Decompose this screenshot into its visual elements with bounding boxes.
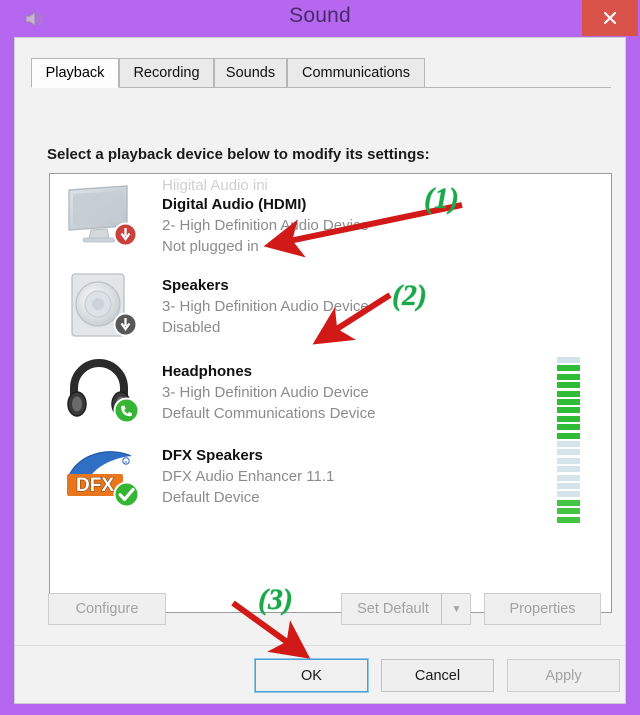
ok-button[interactable]: OK [254, 658, 369, 693]
tab-communications[interactable]: Communications [287, 58, 425, 88]
tab-recording[interactable]: Recording [119, 58, 214, 88]
device-driver: 2- High Definition Audio Device [162, 217, 369, 234]
device-row-digital-audio-hdmi[interactable]: Hiigital Audio ini Digital Audio (HDMI) … [50, 174, 611, 257]
title-bar: Sound [0, 0, 640, 36]
svg-text:R: R [124, 460, 127, 465]
device-row-headphones[interactable]: Headphones 3- High Definition Audio Devi… [50, 350, 611, 439]
tab-strip: Playback Recording Sounds Communications [31, 58, 611, 88]
configure-button[interactable]: Configure [48, 593, 166, 625]
annotation-label-3: (3) [258, 583, 293, 616]
device-ghost-text: Hiigital Audio ini [162, 177, 268, 194]
device-status: Default Communications Device [162, 405, 376, 422]
device-driver: 3- High Definition Audio Device [162, 298, 369, 315]
green-phone-badge [113, 397, 140, 424]
device-name: DFX Speakers [162, 447, 263, 464]
close-icon[interactable] [582, 0, 638, 36]
annotation-label-1: (1) [424, 182, 459, 215]
volume-meter-dfx-speakers [557, 441, 580, 525]
device-name: Headphones [162, 363, 253, 380]
device-info-dfx-speakers: DFX Speakers DFX Audio Enhancer 11.1 Def… [162, 445, 502, 508]
volume-meter-headphones [557, 357, 580, 441]
tab-sounds[interactable]: Sounds [214, 58, 287, 88]
gray-down-arrow-badge [113, 312, 138, 337]
device-info-speakers: Speakers 3- High Definition Audio Device… [162, 275, 502, 338]
bottom-divider [15, 645, 625, 646]
device-name: Speakers [162, 277, 229, 294]
device-row-dfx-speakers[interactable]: DFX R DFX Speakers DFX Audio Enhancer 11… [50, 434, 611, 523]
svg-text:DFX: DFX [76, 475, 114, 496]
annotation-label-2: (2) [392, 279, 427, 312]
set-default-arrow-glyph: ▼ [451, 603, 462, 615]
device-driver: 3- High Definition Audio Device [162, 384, 369, 401]
tab-playback[interactable]: Playback [31, 58, 119, 88]
device-driver: DFX Audio Enhancer 11.1 [162, 468, 335, 485]
playback-device-list[interactable]: Hiigital Audio ini Digital Audio (HDMI) … [49, 173, 612, 613]
device-status: Disabled [162, 319, 221, 336]
chevron-down-icon[interactable]: ▼ [441, 593, 471, 625]
page-title: Sound [289, 4, 351, 27]
device-status: Default Device [162, 489, 260, 506]
red-down-arrow-badge [113, 222, 138, 247]
device-row-speakers[interactable]: Speakers 3- High Definition Audio Device… [50, 264, 611, 347]
device-info-headphones: Headphones 3- High Definition Audio Devi… [162, 361, 502, 424]
apply-button[interactable]: Apply [507, 659, 620, 692]
cancel-button[interactable]: Cancel [381, 659, 494, 692]
green-check-badge [113, 481, 140, 508]
sound-dialog-window: Sound Playback Recording Sounds Communic… [0, 0, 640, 715]
properties-button[interactable]: Properties [484, 593, 601, 625]
instruction-label: Select a playback device below to modify… [47, 146, 430, 163]
device-status: Not plugged in [162, 238, 259, 255]
